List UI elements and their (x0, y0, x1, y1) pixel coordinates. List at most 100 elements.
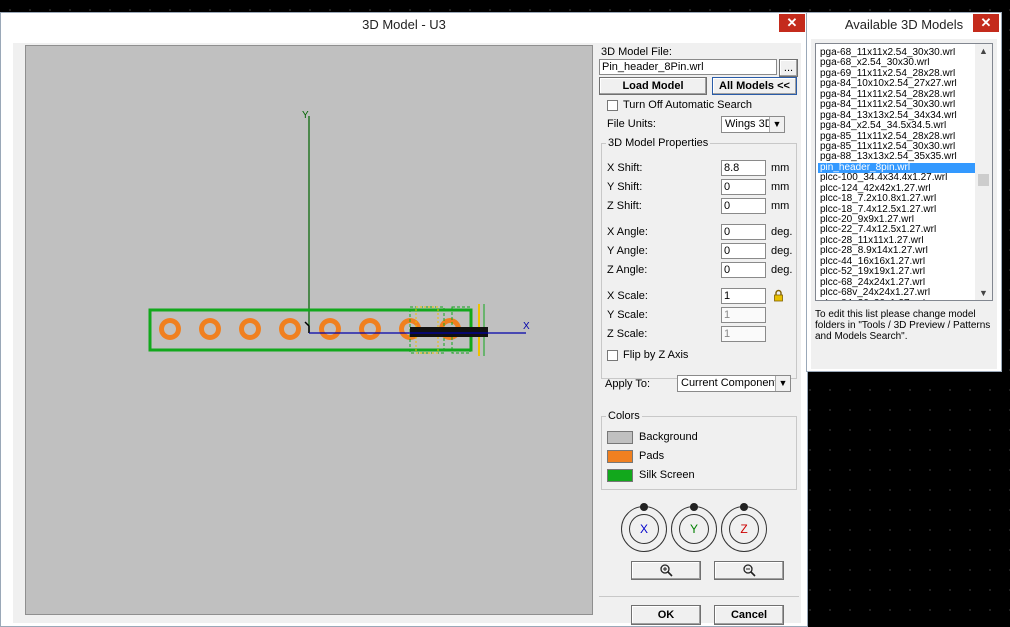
lock-icon[interactable] (773, 289, 784, 302)
turn-off-search-checkbox[interactable] (607, 100, 618, 111)
y-axis-label: Y (302, 110, 309, 121)
scroll-up-icon[interactable]: ▲ (975, 44, 992, 58)
z-scale-input[interactable]: 1 (721, 326, 766, 342)
load-model-button[interactable]: Load Model (599, 77, 707, 95)
y-shift-input[interactable]: 0 (721, 179, 766, 195)
pad (159, 318, 181, 340)
pad (359, 318, 381, 340)
model-list-item[interactable]: pin_header_8pin.wrl (818, 162, 976, 174)
model-list-item[interactable]: plcc-18_7.2x10.8x1.27.wrl (818, 194, 976, 204)
model-list-item[interactable]: plcc-52_19x19x1.27.wrl (818, 267, 976, 277)
file-units-label: File Units: (607, 118, 656, 130)
model-list-item[interactable]: pga-68_11x11x2.54_30x30.wrl (818, 48, 976, 58)
available-models-window: Available 3D Models ✕ pga-68_11x11x2.54_… (806, 12, 1002, 372)
model-list-item[interactable]: pga-84_11x11x2.54_30x30.wrl (818, 100, 976, 110)
rotate-y-control[interactable]: Y (671, 503, 717, 552)
silk-color-swatch[interactable] (607, 469, 633, 482)
scroll-thumb[interactable] (978, 174, 989, 186)
models-listbox[interactable]: pga-68_11x11x2.54_30x30.wrl pga-68_x2.54_… (815, 43, 993, 301)
model-file-input[interactable]: Pin_header_8Pin.wrl (599, 59, 777, 75)
x-shift-unit: mm (771, 162, 790, 174)
model-list-item[interactable]: pga-84_10x10x2.54_27x27.wrl (818, 79, 976, 89)
background-color-label: Background (639, 431, 698, 443)
scroll-down-icon[interactable]: ▼ (975, 286, 992, 300)
dialog-title: 3D Model - U3 (1, 13, 807, 37)
zoom-in-icon (660, 564, 673, 577)
y-angle-label: Y Angle: (607, 245, 648, 257)
browse-button[interactable]: ... (779, 59, 798, 77)
x-axis-label: X (523, 321, 530, 332)
rotate-x-handle (640, 503, 648, 511)
colors-title: Colors (606, 410, 642, 422)
x-angle-input[interactable]: 0 (721, 224, 766, 240)
model-list-item[interactable]: pga-69_11x11x2.54_28x28.wrl (818, 69, 976, 79)
rotate-z-handle (740, 503, 748, 511)
y-angle-input[interactable]: 0 (721, 243, 766, 259)
model-list-item[interactable]: pga-84_11x11x2.54_28x28.wrl (818, 90, 976, 100)
z-scale-label: Z Scale: (607, 328, 648, 340)
pad (199, 318, 221, 340)
model-list-item[interactable]: pga-68_x2.54_30x30.wrl (818, 58, 976, 68)
chevron-down-icon: ▼ (775, 376, 790, 391)
model-list-item[interactable]: pga-84_13x13x2.54_34x34.wrl (818, 111, 976, 121)
zoom-out-button[interactable] (714, 561, 784, 580)
pads-color-swatch[interactable] (607, 450, 633, 463)
y-angle-unit: deg. (771, 245, 793, 257)
pad (239, 318, 261, 340)
x-shift-input[interactable]: 8.8 (721, 160, 766, 176)
model-list-item[interactable]: pga-85_11x11x2.54_28x28.wrl (818, 132, 976, 142)
ok-button[interactable]: OK (631, 605, 701, 625)
file-label: 3D Model File: (601, 46, 672, 58)
x-scale-input[interactable]: 1 (721, 288, 766, 304)
model-list-item[interactable]: plcc-20_9x9x1.27.wrl (818, 215, 976, 225)
model-list-item[interactable]: plcc-124_42x42x1.27.wrl (818, 184, 976, 194)
available-models-title: Available 3D Models (844, 17, 964, 32)
model-list-item[interactable]: pga-88_13x13x2.54_35x35.wrl (818, 152, 976, 162)
z-shift-unit: mm (771, 200, 790, 212)
model-list-item[interactable]: plcc-28_11x11x1.27.wrl (818, 236, 976, 246)
rotate-z-control[interactable]: Z (721, 503, 767, 552)
x-angle-unit: deg. (771, 226, 793, 238)
dialog-body: Y X 3D Model File: Pin_header_8Pin.wrl .… (13, 43, 801, 625)
model-list-item[interactable]: plcc-44_16x16x1.27.wrl (818, 257, 976, 267)
properties-panel: 3D Model File: Pin_header_8Pin.wrl ... L… (599, 43, 801, 625)
z-shift-input[interactable]: 0 (721, 198, 766, 214)
model-properties-group: 3D Model Properties (601, 137, 797, 379)
model-list-item[interactable]: plcc-28_8.9x14x1.27.wrl (818, 246, 976, 256)
model-list-item[interactable]: plcc-68v_24x24x1.27.wrl (818, 288, 976, 298)
file-units-select[interactable]: Wings 3D ▼ (721, 116, 785, 133)
model-list-item[interactable]: plcc-100_34.4x34.4x1.27.wrl (818, 173, 976, 183)
zoom-in-button[interactable] (631, 561, 701, 580)
rotate-x-control[interactable]: X (621, 503, 667, 552)
cancel-button[interactable]: Cancel (714, 605, 784, 625)
pad (279, 318, 301, 340)
dialog-close-button[interactable]: ✕ (779, 14, 805, 32)
x-scale-label: X Scale: (607, 290, 648, 302)
x-shift-label: X Shift: (607, 162, 643, 174)
pads-color-label: Pads (639, 450, 665, 462)
apply-to-select[interactable]: Current Component ▼ (677, 375, 791, 392)
list-scrollbar[interactable]: ▲ ▼ (975, 44, 992, 300)
x-angle-label: X Angle: (607, 226, 648, 238)
model-list-item[interactable]: plcc-84_30x30x1.27.wrl (818, 299, 976, 301)
flip-z-label: Flip by Z Axis (623, 349, 689, 361)
chevron-down-icon: ▼ (769, 117, 784, 132)
y-scale-input[interactable]: 1 (721, 307, 766, 323)
all-models-button[interactable]: All Models << (712, 77, 797, 95)
separator (599, 596, 799, 597)
model-list-item[interactable]: plcc-18_7.4x12.5x1.27.wrl (818, 205, 976, 215)
silk-color-label: Silk Screen (639, 469, 695, 481)
model-list-item[interactable]: plcc-68_24x24x1.27.wrl (818, 278, 976, 288)
rotate-x-label: X (629, 514, 659, 544)
3d-preview-viewport[interactable]: Y X (25, 45, 593, 615)
available-close-button[interactable]: ✕ (973, 14, 999, 32)
model-list-item[interactable]: plcc-22_7.4x12.5x1.27.wrl (818, 225, 976, 235)
flip-z-checkbox[interactable] (607, 350, 618, 361)
3d-preview-canvas: Y X (148, 110, 530, 356)
turn-off-search-label: Turn Off Automatic Search (623, 99, 753, 111)
background-color-swatch[interactable] (607, 431, 633, 444)
model-list-item[interactable]: pga-85_11x11x2.54_30x30.wrl (818, 142, 976, 152)
model-list-item[interactable]: pga-84_x2.54_34.5x34.5.wrl (818, 121, 976, 131)
z-angle-input[interactable]: 0 (721, 262, 766, 278)
pad (319, 318, 341, 340)
